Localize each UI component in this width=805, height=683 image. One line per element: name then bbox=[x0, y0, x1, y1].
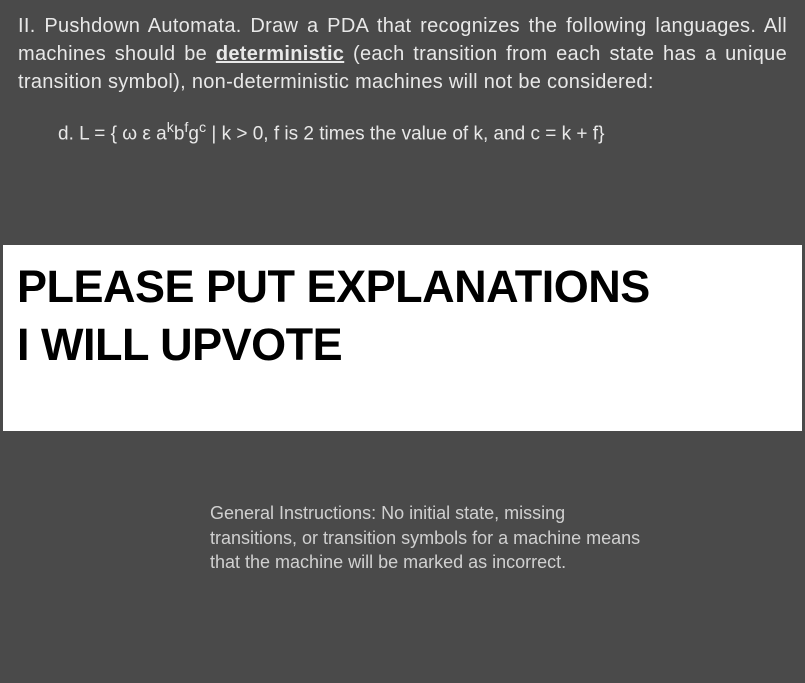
mid-b: b bbox=[174, 123, 185, 144]
sub-question: d. L = { ω ε akbfgc | k > 0, f is 2 time… bbox=[18, 120, 787, 145]
banner-line2: I WILL UPVOTE bbox=[17, 319, 788, 371]
banner-line1: PLEASE PUT EXPLANATIONS bbox=[17, 261, 788, 313]
heading-underlined: deterministic bbox=[216, 43, 344, 65]
sup-c: c bbox=[199, 120, 206, 136]
sub-label: d. L = { ω ε a bbox=[58, 123, 167, 144]
question-heading: II. Pushdown Automata. Draw a PDA that r… bbox=[18, 12, 787, 96]
general-instructions: General Instructions: No initial state, … bbox=[0, 501, 805, 574]
annotation-banner: PLEASE PUT EXPLANATIONS I WILL UPVOTE bbox=[3, 245, 802, 431]
mid-g: g bbox=[188, 123, 199, 144]
sub-rest: | k > 0, f is 2 times the value of k, an… bbox=[206, 123, 604, 144]
question-section: II. Pushdown Automata. Draw a PDA that r… bbox=[0, 0, 805, 165]
instructions-text: General Instructions: No initial state, … bbox=[210, 503, 640, 572]
sup-k: k bbox=[167, 120, 174, 136]
